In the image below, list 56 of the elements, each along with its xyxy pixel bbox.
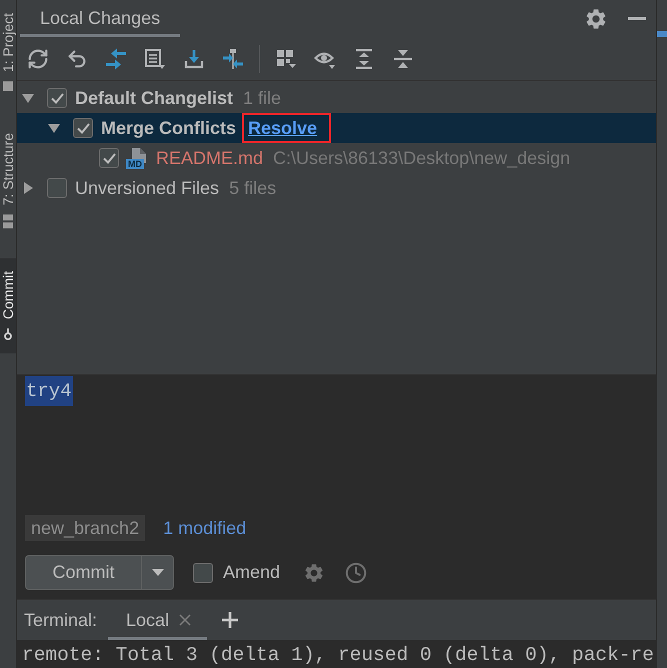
undo-icon[interactable] (66, 48, 88, 70)
tree-row[interactable]: MD README.md C:\Users\86133\Desktop\new_design (17, 143, 656, 173)
commit-icon (2, 328, 14, 340)
file-type-label: MD (126, 159, 144, 169)
tool-window-tab[interactable]: 1: Project (0, 0, 16, 104)
terminal-title: Terminal: (24, 608, 98, 632)
file-path: C:\Users\86133\Desktop\new_design (273, 148, 570, 168)
caret-icon[interactable] (22, 92, 34, 104)
check-icon (50, 92, 64, 104)
commit-message-field[interactable]: try4 (25, 375, 656, 505)
grid-icon[interactable] (275, 48, 297, 70)
check-icon (102, 152, 116, 164)
checkbox[interactable] (47, 178, 67, 198)
collapse-all-icon[interactable] (392, 48, 414, 70)
settings-icon[interactable] (303, 562, 326, 584)
branch-label: new_branch2 (25, 515, 146, 541)
checkbox[interactable] (99, 148, 119, 168)
commit-button[interactable]: Commit (25, 555, 141, 590)
refresh-icon[interactable] (27, 48, 49, 70)
file-count: 1 file (243, 88, 282, 108)
checkbox[interactable] (193, 562, 213, 582)
arrows-icon[interactable] (105, 48, 127, 70)
tool-window-tab[interactable]: Commit (0, 258, 16, 353)
file-count: 5 files (229, 178, 276, 198)
file-name: README.md (156, 148, 264, 168)
checkbox-label: Amend (223, 562, 280, 583)
caret-icon[interactable] (22, 182, 34, 194)
plus-icon[interactable] (222, 612, 238, 628)
resolve-link[interactable]: Resolve (248, 116, 318, 140)
check-icon (76, 122, 90, 134)
clock-icon[interactable] (345, 562, 368, 584)
changes-link[interactable]: 1 modified (163, 518, 246, 538)
close-icon[interactable] (179, 614, 192, 626)
checkbox[interactable] (73, 118, 93, 138)
square-icon (3, 81, 13, 92)
tree-row[interactable]: Default Changelist 1 file (17, 83, 656, 113)
changelist-label: Default Changelist (75, 88, 234, 108)
terminal-line: remote: Total 3 (delta 1), reused 0 (delta 0), pack-re (22, 644, 655, 666)
commit-message-text: try4 (25, 376, 73, 406)
tree-arrows-icon[interactable] (222, 48, 244, 70)
caret-icon (152, 569, 164, 576)
caret-icon[interactable] (48, 122, 60, 134)
expand-all-icon[interactable] (353, 48, 375, 70)
download-icon[interactable] (183, 48, 205, 70)
tree-row[interactable]: Merge Conflicts Resolve (17, 113, 656, 143)
tree-row[interactable]: Unversioned Files 5 files (17, 173, 656, 203)
panel-tab[interactable]: Local Changes (20, 0, 180, 37)
checkbox[interactable] (47, 88, 67, 108)
group-label: Unversioned Files (75, 178, 220, 198)
group-label: Merge Conflicts (101, 118, 236, 138)
settings-icon[interactable] (584, 6, 608, 30)
tool-window-tab[interactable]: 7: Structure (0, 120, 16, 242)
dropdown-button[interactable] (141, 555, 174, 590)
document-icon[interactable] (144, 48, 166, 70)
active-tab-marker (657, 31, 667, 37)
stacked-squares-icon (3, 214, 13, 229)
